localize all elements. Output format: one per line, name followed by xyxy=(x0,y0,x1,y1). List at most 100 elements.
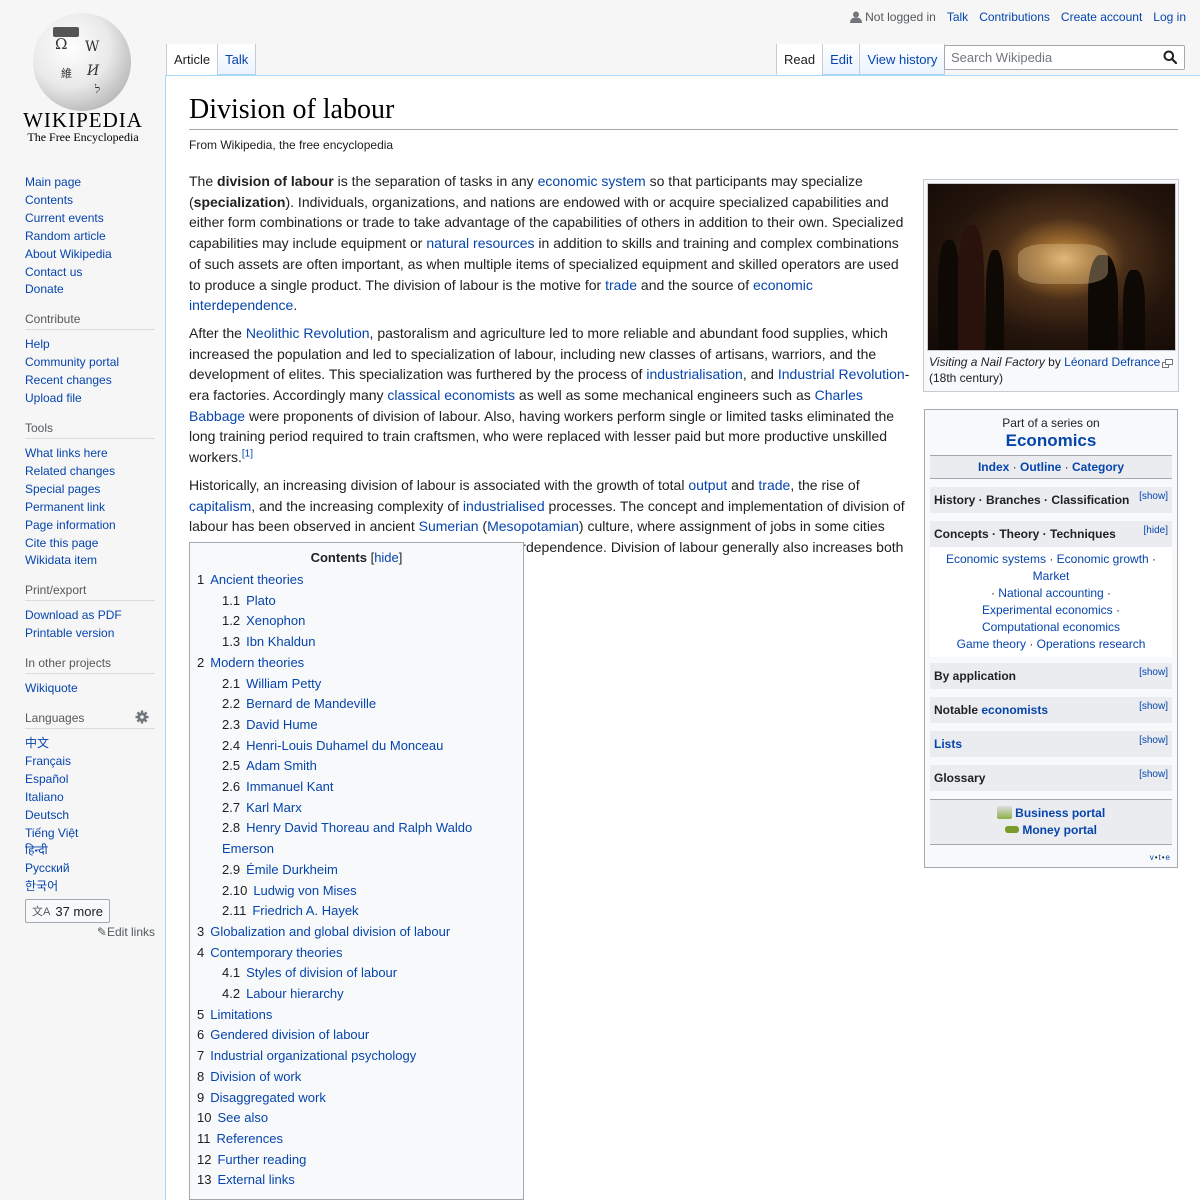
toc-item[interactable]: 4.1 Styles of division of labour xyxy=(197,963,516,984)
inline-link-industrialised[interactable]: industrialised xyxy=(463,498,545,514)
sidebar-link-item[interactable]: 中文 xyxy=(25,736,49,750)
toc-item[interactable]: 10 See also xyxy=(197,1108,516,1129)
toc-link-labour-hierarchy[interactable]: Labour hierarchy xyxy=(246,986,344,1001)
toc-link-plato[interactable]: Plato xyxy=(246,593,276,608)
tab-read[interactable]: Read xyxy=(776,44,823,75)
toc-link-styles-of-division-of-labour[interactable]: Styles of division of labour xyxy=(246,965,397,980)
inline-link-mesopotamian[interactable]: Mesopotamian xyxy=(487,518,579,534)
business-portal-link[interactable]: Business portal xyxy=(1015,806,1105,820)
tab-article[interactable]: Article xyxy=(166,44,218,75)
toc-link-contemporary-theories[interactable]: Contemporary theories xyxy=(210,945,342,960)
log-in-link[interactable]: Log in xyxy=(1153,10,1186,24)
toc-link-adam-smith[interactable]: Adam Smith xyxy=(246,758,317,773)
toc-link-modern-theories[interactable]: Modern theories xyxy=(210,655,304,670)
index-link[interactable]: Index xyxy=(978,460,1009,474)
sidebar-link-item[interactable]: Русский xyxy=(25,861,70,875)
toc-link-bernard-de-mandeville[interactable]: Bernard de Mandeville xyxy=(246,696,376,711)
toc-item[interactable]: 2.4 Henri-Louis Duhamel du Monceau xyxy=(197,736,516,757)
wikipedia-logo[interactable]: Ω W И 維 ל WIKIPEDIA The Free Encyclopedi… xyxy=(0,0,160,160)
series-title-link[interactable]: Economics xyxy=(1006,431,1097,450)
sidebar-link-wikiquote[interactable]: Wikiquote xyxy=(25,681,78,695)
toc-link-see-also[interactable]: See also xyxy=(217,1110,268,1125)
show-toggle[interactable]: [show] xyxy=(1139,491,1168,502)
sidebar-link-special-pages[interactable]: Special pages xyxy=(25,482,100,496)
computational-economics-link[interactable]: Computational economics xyxy=(982,620,1120,634)
sidebar-link-help[interactable]: Help xyxy=(25,337,50,351)
sidebar-link-what-links-here[interactable]: What links here xyxy=(25,446,108,460)
sidebar-link-recent-changes[interactable]: Recent changes xyxy=(25,373,112,387)
sidebar-link-franc-ais[interactable]: Français xyxy=(25,754,71,768)
sidebar-link-about-wikipedia[interactable]: About Wikipedia xyxy=(25,247,112,261)
inline-link-classical-economists[interactable]: classical economists xyxy=(387,387,515,403)
toc-item[interactable]: 6 Gendered division of labour xyxy=(197,1025,516,1046)
toc-link-xenophon[interactable]: Xenophon xyxy=(246,613,305,628)
sidebar-link-download-as-pdf[interactable]: Download as PDF xyxy=(25,608,122,622)
inline-link-natural-resources[interactable]: natural resources xyxy=(426,235,534,251)
edit-template-link[interactable]: e xyxy=(1166,853,1171,862)
sidebar-link-printable-version[interactable]: Printable version xyxy=(25,626,114,640)
toc-link-william-petty[interactable]: William Petty xyxy=(246,676,321,691)
experimental-economics-link[interactable]: Experimental economics xyxy=(982,603,1113,617)
toc-link-henry-david-thoreau-and-ralph-waldo-emerson[interactable]: Henry David Thoreau and Ralph Waldo Emer… xyxy=(222,820,472,856)
inline-link-output[interactable]: output xyxy=(688,477,727,493)
toc-item[interactable]: 2.2 Bernard de Mandeville xyxy=(197,694,516,715)
toc-item[interactable]: 8 Division of work xyxy=(197,1067,516,1088)
money-portal-link[interactable]: Money portal xyxy=(1022,823,1097,837)
search-button[interactable] xyxy=(1163,50,1179,66)
show-toggle[interactable]: [show] xyxy=(1139,701,1168,712)
toc-link-ibn-khaldun[interactable]: Ibn Khaldun xyxy=(246,634,315,649)
sidebar-link-upload-file[interactable]: Upload file xyxy=(25,391,82,405)
national-accounting-link[interactable]: National accounting xyxy=(998,586,1103,600)
toc-hide-toggle[interactable]: hide xyxy=(374,550,399,565)
toc-item[interactable]: 7 Industrial organizational psychology xyxy=(197,1046,516,1067)
inline-link-neolithic-revolution[interactable]: Neolithic Revolution xyxy=(246,325,370,341)
sidebar-link-main-page[interactable]: Main page xyxy=(25,175,81,189)
toc-item[interactable]: 1.2 Xenophon xyxy=(197,611,516,632)
search-input[interactable] xyxy=(945,46,1155,69)
toc-link-gendered-division-of-labour[interactable]: Gendered division of labour xyxy=(210,1027,369,1042)
citation-link[interactable]: [1] xyxy=(242,448,253,459)
show-toggle[interactable]: [show] xyxy=(1139,667,1168,678)
tab-view-history[interactable]: View history xyxy=(859,44,946,75)
toc-item[interactable]: 1.1 Plato xyxy=(197,591,516,612)
create-account-link[interactable]: Create account xyxy=(1061,10,1142,24)
navbox-group-history[interactable]: History · Branches · Classification [sho… xyxy=(930,487,1172,513)
toc-item[interactable]: 2.8 Henry David Thoreau and Ralph Waldo E… xyxy=(197,818,516,859)
game-theory-link[interactable]: Game theory xyxy=(957,637,1026,651)
toc-item[interactable]: 2.11 Friedrich A. Hayek xyxy=(197,901,516,922)
toc-link-limitations[interactable]: Limitations xyxy=(210,1007,272,1022)
toc-item[interactable]: 3 Globalization and global division of la… xyxy=(197,922,516,943)
tab-edit[interactable]: Edit xyxy=(822,44,860,75)
toc-item[interactable]: 4.2 Labour hierarchy xyxy=(197,984,516,1005)
toc-link-e-mile-durkheim[interactable]: Émile Durkheim xyxy=(246,862,338,877)
sidebar-link-contact-us[interactable]: Contact us xyxy=(25,265,82,279)
toc-item[interactable]: 2.3 David Hume xyxy=(197,715,516,736)
toc-item[interactable]: 2.10 Ludwig von Mises xyxy=(197,881,516,902)
toc-item[interactable]: 12 Further reading xyxy=(197,1150,516,1171)
operations-research-link[interactable]: Operations research xyxy=(1037,637,1146,651)
caption-artist-link[interactable]: Léonard Defrance xyxy=(1064,355,1160,369)
sidebar-link-related-changes[interactable]: Related changes xyxy=(25,464,115,478)
category-link[interactable]: Category xyxy=(1072,460,1124,474)
toc-link-industrial-organizational-psychology[interactable]: Industrial organizational psychology xyxy=(210,1048,416,1063)
inline-link-industrialisation[interactable]: industrialisation xyxy=(646,366,743,382)
toc-link-david-hume[interactable]: David Hume xyxy=(246,717,318,732)
economic-systems-link[interactable]: Economic systems xyxy=(946,552,1046,566)
toc-link-further-reading[interactable]: Further reading xyxy=(217,1152,306,1167)
talk-link[interactable]: Talk xyxy=(947,10,968,24)
toc-item[interactable]: 2.1 William Petty xyxy=(197,674,516,695)
toc-link-division-of-work[interactable]: Division of work xyxy=(210,1069,301,1084)
sidebar-link-deutsch[interactable]: Deutsch xyxy=(25,808,69,822)
language-settings-button[interactable] xyxy=(135,710,149,727)
inline-link-economic-system[interactable]: economic system xyxy=(538,173,646,189)
sidebar-link-tie-ng-vie-t[interactable]: Tiếng Việt xyxy=(25,826,78,840)
toc-link-globalization-and-global-division-of-labour[interactable]: Globalization and global division of lab… xyxy=(210,924,450,939)
hide-toggle[interactable]: [hide] xyxy=(1144,525,1168,536)
toc-item[interactable]: 5 Limitations xyxy=(197,1005,516,1026)
toc-item[interactable]: 2.5 Adam Smith xyxy=(197,756,516,777)
toc-link-friedrich-a-hayek[interactable]: Friedrich A. Hayek xyxy=(252,903,358,918)
sidebar-link-random-article[interactable]: Random article xyxy=(25,229,106,243)
sidebar-link-espan-ol[interactable]: Español xyxy=(25,772,68,786)
toc-item[interactable]: 2.7 Karl Marx xyxy=(197,798,516,819)
tab-talk[interactable]: Talk xyxy=(217,44,257,75)
